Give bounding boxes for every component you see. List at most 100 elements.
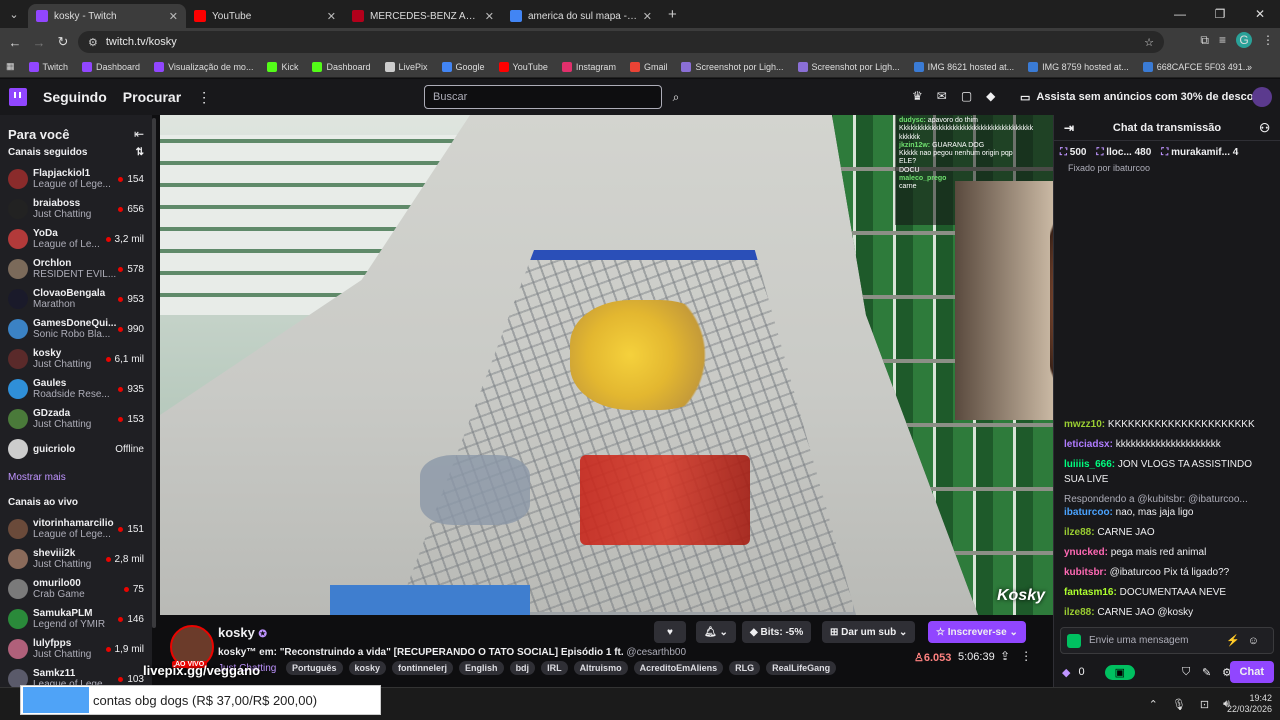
back-icon[interactable]: ← (3, 35, 27, 50)
tray-chevron-icon[interactable]: ⌃ (1149, 698, 1158, 711)
reload-icon[interactable]: ↻ (51, 34, 75, 50)
share-icon[interactable]: ⇪ (1000, 649, 1020, 663)
stream-tag[interactable]: bdj (509, 661, 536, 675)
browser-menu-icon[interactable]: ⋮ (1262, 33, 1274, 47)
sidebar-channel[interactable]: SamukaPLM Legend of YMIR 146 (0, 604, 152, 634)
close-tab-icon[interactable]: ✕ (643, 10, 652, 23)
browser-tab[interactable]: kosky - Twitch ✕ (28, 4, 186, 28)
reading-list-icon[interactable]: ≡ (1219, 33, 1226, 47)
sidebar-channel[interactable]: GamesDoneQui... Sonic Robo Bla... 990 (0, 314, 152, 344)
emote-icon[interactable]: ☺ (1248, 635, 1267, 647)
search-input[interactable]: Buscar (424, 85, 662, 109)
subscribe-button[interactable]: ☆ Inscrever-se ⌄ (928, 621, 1026, 643)
sidebar-channel[interactable]: braiaboss Just Chatting 656 (0, 194, 152, 224)
stream-tag[interactable]: Português (286, 661, 343, 675)
chat-leaderboard[interactable]: ⛶ 500 ⛶ lloc... 480 ⛶ murakamif... 4 (1054, 141, 1280, 163)
bookmark-item[interactable]: Dashboard (82, 61, 140, 72)
stream-tag[interactable]: AcreditoEmAliens (633, 661, 724, 675)
chat-username[interactable]: ynucked: (1064, 547, 1108, 558)
bookmark-item[interactable]: Instagram (561, 61, 616, 72)
sidebar-channel[interactable]: vitorinhamarcilio League of Lege... 151 (0, 514, 152, 544)
chat-username[interactable]: leticiadsx: (1064, 439, 1113, 450)
badge-icon[interactable] (1067, 633, 1081, 648)
bookmark-item[interactable]: YouTube (498, 61, 548, 72)
stream-tag[interactable]: kosky (348, 661, 387, 675)
sidebar-channel[interactable]: Flapjackiol1 League of Lege... 154 (0, 164, 152, 194)
extensions-icon[interactable]: ⧉ (1200, 33, 1209, 48)
leaderboard-entry[interactable]: ⛶ lloc... 480 (1096, 147, 1151, 158)
forward-icon[interactable]: → (27, 35, 51, 50)
sidebar-channel[interactable]: sheviii2k Just Chatting 2,8 mil (0, 544, 152, 574)
bookmark-item[interactable]: Kick (267, 61, 298, 72)
bookmark-item[interactable]: 668CAFCE 5F03 491... (1142, 61, 1250, 72)
inbox-icon[interactable]: ✉ (937, 89, 947, 103)
microphone-icon[interactable]: 🎙︎ (1172, 698, 1186, 711)
bits-button[interactable]: ◆ Bits: -5% (742, 621, 812, 643)
prime-offer-button[interactable]: ▭ Assista sem anúncios com 30% de descon… (1020, 85, 1271, 109)
close-tab-icon[interactable]: ✕ (327, 10, 336, 23)
gift-icon[interactable]: ▣ (1104, 664, 1135, 680)
chat-username[interactable]: fantasm16: (1064, 587, 1117, 598)
more-options-icon[interactable]: ⋮ (1020, 649, 1042, 663)
whispers-icon[interactable]: ▢ (961, 89, 972, 103)
bookmark-star-icon[interactable]: ☆ (1144, 36, 1154, 49)
gift-sub-button[interactable]: ⊞ Dar um sub ⌄ (822, 621, 916, 643)
stream-tag[interactable]: fontinnelerj (392, 661, 454, 675)
sidebar-channel[interactable]: GDzada Just Chatting 153 (0, 404, 152, 434)
reply-context[interactable]: Respondendo a @kubitsbr: @ibaturcoo... (1064, 492, 1271, 507)
sort-icon[interactable]: ⇅ (136, 147, 144, 158)
chat-input[interactable]: Envie uma mensagem ⚡☺ (1060, 627, 1274, 654)
sidebar-channel[interactable]: guicriolo Offline (0, 434, 152, 464)
chat-username[interactable]: ilze88: (1064, 607, 1095, 618)
profile-avatar[interactable]: G (1236, 32, 1252, 48)
video-player[interactable]: dudysc: apavoro do thim Kkkkkkkkkkkkkkkk… (160, 115, 1053, 615)
leaderboard-entry[interactable]: ⛶ murakamif... 4 (1161, 147, 1238, 158)
sidebar-channel[interactable]: lulyfpps Just Chatting 1,9 mil (0, 634, 152, 664)
bits-cheer-icon[interactable]: ⚡ (1226, 635, 1248, 647)
collapse-chat-icon[interactable]: ⇥ (1064, 121, 1074, 135)
maximize-button[interactable]: ❐ (1200, 0, 1240, 28)
nav-more-icon[interactable]: ⋮ (197, 89, 211, 106)
sidebar-channel[interactable]: ClovaoBengala Marathon 953 (0, 284, 152, 314)
new-tab-button[interactable]: + (668, 6, 677, 23)
collapse-sidebar-icon[interactable]: ⇤ (134, 127, 144, 141)
chat-username[interactable]: ilze88: (1064, 527, 1095, 538)
sidebar-channel[interactable]: omurilo00 Crab Game 75 (0, 574, 152, 604)
close-window-button[interactable]: ✕ (1240, 0, 1280, 28)
browser-tab[interactable]: YouTube ✕ (186, 4, 344, 28)
user-avatar[interactable] (1252, 87, 1272, 107)
show-more-link[interactable]: Mostrar mais (0, 464, 152, 493)
chat-username[interactable]: ibaturcoo: (1064, 507, 1113, 518)
more-bookmarks-icon[interactable]: » (1247, 62, 1252, 72)
bookmark-item[interactable]: Twitch (28, 61, 68, 72)
sidebar-channel[interactable]: YoDa League of Le... 3,2 mil (0, 224, 152, 254)
chat-username[interactable]: mwzz10: (1064, 419, 1105, 430)
bookmark-item[interactable]: Visualização de mo... (154, 61, 253, 72)
follow-heart-button[interactable]: ♥ (654, 621, 686, 643)
leaderboard-entry[interactable]: ⛶ 500 (1060, 147, 1086, 158)
bookmark-item[interactable]: Google (441, 61, 485, 72)
nav-following[interactable]: Seguindo (43, 89, 107, 105)
bookmark-item[interactable]: IMG 8759 hosted at... (1028, 61, 1129, 72)
channel-points-icon[interactable]: ◆ (1062, 666, 1070, 679)
chat-username[interactable]: kubitsbr: (1064, 567, 1107, 578)
bookmark-item[interactable]: LivePix (384, 61, 428, 72)
search-icon[interactable]: ⌕ (664, 85, 688, 109)
chat-username[interactable]: luiiiis_666: (1064, 459, 1115, 470)
chat-send-button[interactable]: Chat (1229, 661, 1274, 683)
stream-tag[interactable]: RealLifeGang (766, 661, 837, 675)
pinned-message[interactable]: Fixado por ibaturcoo (1054, 163, 1280, 175)
bookmark-item[interactable]: Screenshot por Ligh... (797, 61, 900, 72)
close-tab-icon[interactable]: ✕ (485, 10, 494, 23)
notifications-button[interactable]: 🔔︎ ⌄ (696, 621, 736, 643)
close-tab-icon[interactable]: ✕ (169, 10, 178, 23)
stream-tag[interactable]: English (459, 661, 504, 675)
shield-icon[interactable]: ⛉ (1182, 666, 1190, 679)
bookmark-item[interactable]: Screenshot por Ligh... (681, 61, 784, 72)
sidebar-channel[interactable]: Gaules Roadside Rese... 935 (0, 374, 152, 404)
browser-tab[interactable]: america do sul mapa - Pesquis ✕ (502, 4, 660, 28)
browser-tab[interactable]: MERCEDES-BENZ AMG GT 63 4 ✕ (344, 4, 502, 28)
community-icon[interactable]: ⚇ (1259, 121, 1270, 135)
sidebar-channel[interactable]: Orchlon RESIDENT EVIL... 578 (0, 254, 152, 284)
stream-tag[interactable]: Altruismo (573, 661, 628, 675)
